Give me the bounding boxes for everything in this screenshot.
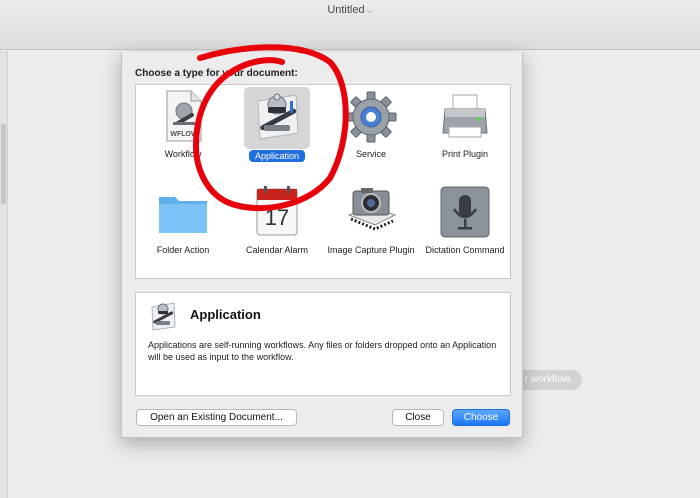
type-image-capture-plugin[interactable]: Image Capture Plugin <box>324 181 418 277</box>
type-dictation-command[interactable]: Dictation Command <box>418 181 512 277</box>
type-label: Workflow <box>164 149 202 159</box>
description-title: Application <box>190 307 261 322</box>
type-label: Folder Action <box>156 245 210 255</box>
dialog-prompt: Choose a type for your document: <box>135 68 298 79</box>
type-calendar-alarm[interactable]: 17 Calendar Alarm <box>230 181 324 277</box>
description-text: Applications are self-running workflows.… <box>148 340 497 362</box>
printer-icon <box>439 89 491 143</box>
document-type-sheet: Choose a type for your document: WFLOW W… <box>121 52 523 438</box>
choose-button[interactable]: Choose <box>452 409 510 426</box>
camera-icon <box>345 185 397 239</box>
automator-robot-icon <box>244 87 310 149</box>
calendar-day: 17 <box>265 205 289 230</box>
window-title-text: Untitled <box>327 4 365 16</box>
wflow-document-icon: WFLOW <box>157 89 209 143</box>
scrollbar-thumb[interactable] <box>1 123 6 205</box>
title-bar: Untitled ⌵ <box>0 0 700 50</box>
left-scroll-strip <box>0 51 8 498</box>
wflow-badge: WFLOW <box>170 131 198 138</box>
type-label: Calendar Alarm <box>245 245 309 255</box>
calendar-icon: 17 <box>251 185 303 239</box>
type-application[interactable]: Application <box>230 85 324 181</box>
window-title[interactable]: Untitled ⌵ <box>0 4 700 16</box>
automator-robot-icon <box>146 299 180 333</box>
type-label: Image Capture Plugin <box>327 245 415 255</box>
type-label: Dictation Command <box>425 245 505 255</box>
type-workflow[interactable]: WFLOW Workflow <box>136 85 230 181</box>
type-label: Application <box>230 150 324 162</box>
chevron-down-icon: ⌵ <box>366 6 373 15</box>
type-folder-action[interactable]: Folder Action <box>136 181 230 277</box>
type-label: Print Plugin <box>441 149 489 159</box>
microphone-icon <box>439 185 491 239</box>
folder-icon <box>157 185 209 239</box>
type-print-plugin[interactable]: Print Plugin <box>418 85 512 181</box>
document-type-grid: WFLOW Workflow Application Service Print… <box>135 84 511 279</box>
open-existing-document-button[interactable]: Open an Existing Document... <box>136 409 297 426</box>
type-description-panel: Application Applications are self-runnin… <box>135 292 511 396</box>
type-service[interactable]: Service <box>324 85 418 181</box>
close-button[interactable]: Close <box>392 409 444 426</box>
type-label: Service <box>355 149 386 159</box>
gear-icon <box>345 89 397 143</box>
